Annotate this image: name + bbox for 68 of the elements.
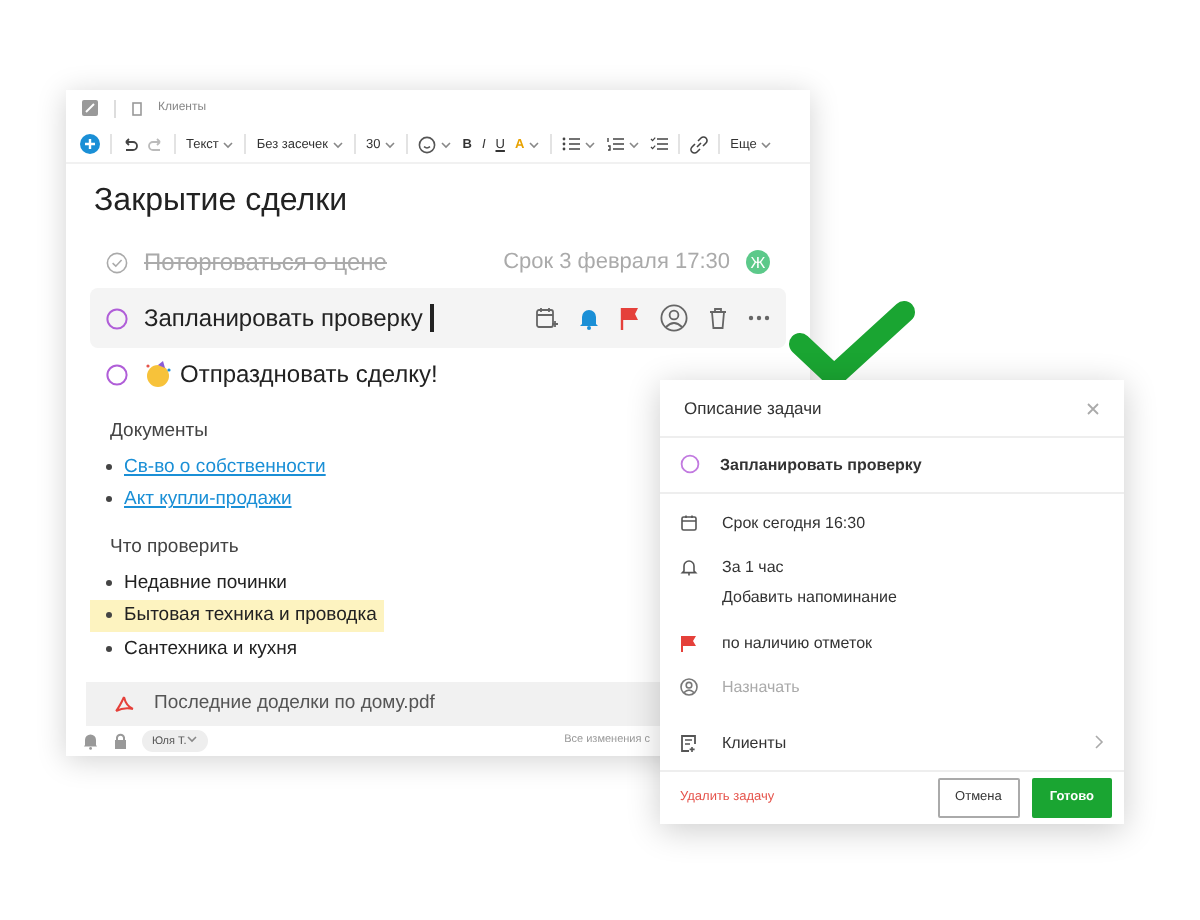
- section-heading: Что проверить: [110, 536, 241, 559]
- calendar-icon: [680, 513, 698, 532]
- app-icon: [82, 100, 98, 117]
- bell-icon[interactable]: [578, 306, 600, 331]
- text-cursor: [430, 304, 434, 333]
- caret-icon: [528, 139, 541, 150]
- list-item-text: Сантехника и кухня: [124, 637, 298, 660]
- emoji-dropdown[interactable]: [418, 135, 453, 154]
- task-checkbox-icon[interactable]: [680, 454, 700, 475]
- link-icon[interactable]: [690, 135, 709, 154]
- caret-icon: [186, 733, 199, 744]
- document-link[interactable]: Акт купли-продажи: [124, 488, 292, 511]
- caret-icon: [332, 139, 344, 150]
- person-icon[interactable]: [660, 304, 688, 333]
- more-icon[interactable]: [748, 314, 770, 323]
- add-icon[interactable]: [80, 134, 100, 155]
- smiley-icon: [418, 135, 437, 154]
- numbered-list-icon: [606, 136, 625, 153]
- caret-icon: [584, 139, 597, 150]
- lock-icon[interactable]: [112, 731, 130, 750]
- caret-icon: [628, 139, 641, 150]
- assignee-avatar: Ж: [746, 250, 770, 275]
- task-name: Запланировать проверку: [720, 455, 922, 474]
- dialog-title: Описание задачи: [684, 398, 822, 419]
- bell-icon: [680, 557, 698, 576]
- file-name: Последние доделки по дому.pdf: [154, 692, 435, 715]
- flag-icon[interactable]: [620, 306, 640, 331]
- document-title: Закрытие сделки: [94, 184, 350, 221]
- option-text[interactable]: Клиенты: [722, 733, 1070, 752]
- caret-icon: [440, 139, 453, 150]
- due-date: Срок 3 февраля 17:30: [503, 250, 730, 275]
- bell-icon[interactable]: [82, 731, 100, 750]
- bullet: [106, 645, 112, 652]
- checklist-icon[interactable]: [650, 136, 669, 153]
- caret-icon: [760, 139, 773, 150]
- list-item-text: Недавние починки: [124, 571, 287, 594]
- add-reminder-link[interactable]: Добавить напоминание: [722, 587, 1104, 606]
- close-icon[interactable]: [1086, 401, 1100, 416]
- bullet: [106, 463, 112, 470]
- caret-icon: [222, 139, 235, 150]
- bullet-list-dropdown[interactable]: [562, 136, 597, 153]
- option-text[interactable]: Срок сегодня 16:30: [722, 513, 1104, 532]
- chevron-icon: [1094, 733, 1104, 750]
- bullet: [106, 579, 112, 586]
- document-icon: [680, 733, 698, 752]
- bullet: [106, 612, 112, 619]
- document-icon: [132, 101, 142, 116]
- flag-icon: [680, 633, 698, 652]
- bullet: [106, 496, 112, 503]
- person-icon: [680, 677, 698, 696]
- task-text[interactable]: Запланировать проверку: [144, 304, 423, 333]
- option-text[interactable]: За 1 час: [722, 557, 1104, 576]
- calendar-icon[interactable]: [534, 306, 558, 331]
- option-text[interactable]: по наличию отметок: [722, 633, 1104, 652]
- undo-icon[interactable]: [122, 136, 138, 153]
- caret-icon: [384, 139, 397, 150]
- section-heading: Документы: [110, 420, 210, 443]
- bullet-list-icon: [562, 136, 581, 153]
- numbered-list-dropdown[interactable]: [606, 136, 641, 153]
- task-checkbox-icon[interactable]: [106, 363, 128, 386]
- document-link[interactable]: Св-во о собственности: [124, 455, 326, 478]
- list-item-text: Бытовая техника и проводка: [124, 604, 377, 627]
- pdf-icon: [114, 693, 134, 714]
- trash-icon[interactable]: [708, 306, 728, 331]
- task-text[interactable]: Отпраздновать сделку!: [180, 360, 438, 389]
- party-emoji-icon: [144, 360, 172, 389]
- task-checkbox-icon[interactable]: [106, 307, 128, 330]
- checked-checkbox-icon[interactable]: [106, 251, 128, 274]
